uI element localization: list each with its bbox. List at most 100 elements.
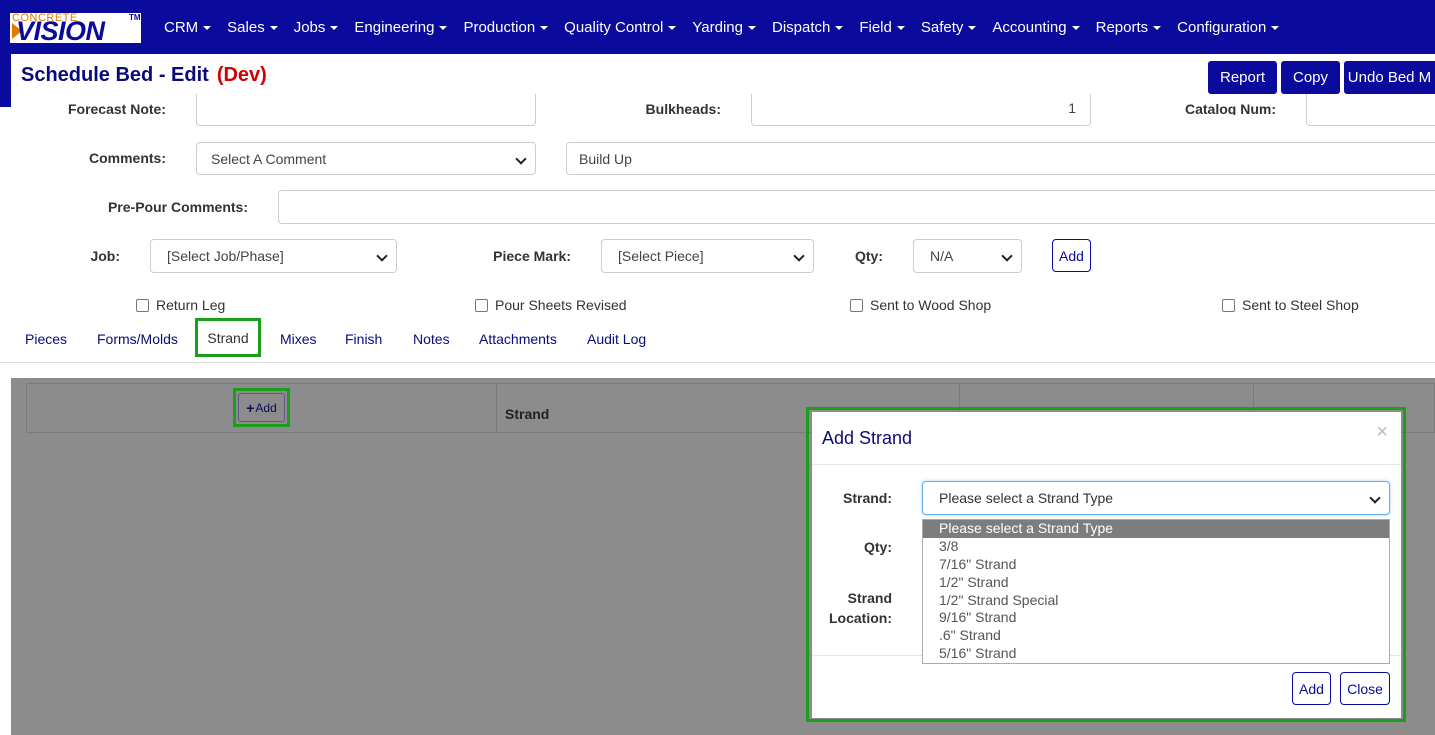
caret-down-icon — [896, 25, 905, 30]
dropdown-option[interactable]: .6" Strand — [923, 627, 1389, 645]
dropdown-option[interactable]: 5/16" Strand — [923, 645, 1389, 663]
dropdown-option[interactable]: 9/16" Strand — [923, 609, 1389, 627]
comments-input-value: Build Up — [579, 150, 632, 167]
caret-down-icon — [439, 25, 448, 30]
nav-yarding[interactable]: Yarding — [692, 19, 756, 36]
checkbox-box[interactable] — [850, 298, 863, 312]
page-title: Schedule Bed - Edit (Dev) — [21, 64, 267, 87]
nav-reports[interactable]: Reports — [1096, 19, 1162, 36]
tab-mixes[interactable]: Mixes — [280, 331, 317, 347]
caret-down-icon — [835, 25, 844, 30]
dropdown-option[interactable]: 3/8 — [923, 538, 1389, 556]
nav-field[interactable]: Field — [859, 19, 905, 36]
caret-down-icon — [540, 25, 549, 30]
comments-select[interactable]: Select A Comment — [196, 142, 536, 175]
pre-pour-comments-label: Pre-Pour Comments: — [107, 199, 248, 215]
checkbox-label: Sent to Steel Shop — [1242, 297, 1359, 313]
add-strand-label: Add — [255, 400, 277, 415]
caret-down-icon — [968, 25, 977, 30]
pour-sheets-revised-checkbox[interactable]: Pour Sheets Revised — [475, 297, 627, 313]
qty-select-value: N/A — [930, 248, 954, 264]
caret-down-icon — [330, 25, 339, 30]
return-leg-checkbox[interactable]: Return Leg — [136, 297, 225, 313]
caret-down-icon — [1271, 25, 1280, 30]
caret-down-icon — [1153, 25, 1162, 30]
grid-divider — [496, 384, 497, 432]
left-accent-stripe — [0, 54, 11, 107]
catalog-num-input[interactable] — [1306, 94, 1435, 126]
strand-label: Strand: — [843, 490, 892, 506]
bulkheads-value: 1 — [1068, 100, 1076, 116]
job-label: Job: — [90, 248, 120, 264]
tab-notes[interactable]: Notes — [413, 331, 450, 347]
copy-button[interactable]: Copy — [1281, 61, 1340, 94]
tab-forms-molds[interactable]: Forms/Molds — [97, 331, 178, 347]
job-select-value: [Select Job/Phase] — [167, 248, 284, 264]
strand-type-select[interactable]: Please select a Strand Type — [922, 481, 1390, 515]
catalog-num-label: Catalog Num: — [1185, 101, 1276, 115]
forecast-note-input[interactable] — [196, 94, 536, 126]
caret-down-icon — [1071, 25, 1080, 30]
plus-icon: + — [246, 399, 255, 416]
nav-engineering[interactable]: Engineering — [354, 19, 448, 36]
nav-sales[interactable]: Sales — [227, 19, 278, 36]
modal-close-button[interactable]: Close — [1340, 672, 1390, 705]
tab-audit-log[interactable]: Audit Log — [587, 331, 646, 347]
tab-strand[interactable]: Strand — [195, 318, 261, 357]
concrete-vision-logo[interactable]: CONCRETE VISION TM — [10, 13, 141, 43]
report-button[interactable]: Report — [1208, 61, 1277, 94]
tab-finish[interactable]: Finish — [345, 331, 382, 347]
strand-location-label-line2: Location: — [829, 610, 892, 626]
qty-label: Qty: — [855, 248, 883, 264]
modal-header-divider — [812, 464, 1401, 465]
forecast-note-label: Forecast Note: — [67, 101, 166, 115]
nav-safety[interactable]: Safety — [921, 19, 977, 36]
nav-configuration[interactable]: Configuration — [1177, 19, 1280, 36]
nav-quality-control[interactable]: Quality Control — [564, 19, 677, 36]
qty-select[interactable]: N/A — [913, 239, 1022, 273]
strand-type-select-value: Please select a Strand Type — [939, 490, 1114, 506]
top-navbar: CONCRETE VISION TM CRM Sales Jobs Engine… — [0, 0, 1435, 54]
checkbox-box[interactable] — [475, 298, 488, 312]
bulkheads-input[interactable]: 1 — [751, 94, 1091, 126]
add-piece-button[interactable]: Add — [1052, 239, 1091, 272]
strand-location-label-line1: Strand — [847, 590, 892, 606]
modal-title: Add Strand — [822, 428, 913, 448]
nav-crm[interactable]: CRM — [164, 19, 212, 36]
nav-dispatch[interactable]: Dispatch — [772, 19, 844, 36]
sent-to-wood-shop-checkbox[interactable]: Sent to Wood Shop — [850, 297, 991, 313]
add-strand-button[interactable]: + Add — [238, 393, 285, 422]
tab-pieces[interactable]: Pieces — [25, 331, 67, 347]
checkbox-box[interactable] — [136, 298, 149, 312]
checkbox-label: Sent to Wood Shop — [870, 297, 992, 313]
dropdown-option[interactable]: Please select a Strand Type — [923, 520, 1389, 538]
comments-select-value: Select A Comment — [211, 150, 327, 167]
checkbox-label: Return Leg — [156, 297, 226, 313]
logo-big-text: VISION — [16, 16, 105, 44]
page-title-text: Schedule Bed - Edit — [21, 64, 209, 86]
nav-accounting[interactable]: Accounting — [992, 19, 1080, 36]
nav-production[interactable]: Production — [463, 19, 549, 36]
close-icon[interactable]: × — [1376, 421, 1388, 444]
job-select[interactable]: [Select Job/Phase] — [150, 239, 397, 273]
piece-mark-select[interactable]: [Select Piece] — [601, 239, 814, 273]
caret-down-icon — [747, 25, 756, 30]
nav-jobs[interactable]: Jobs — [294, 19, 339, 36]
caret-down-icon — [269, 25, 278, 30]
comments-label: Comments: — [88, 150, 166, 166]
pre-pour-comments-input[interactable] — [278, 190, 1435, 224]
tab-attachments[interactable]: Attachments — [479, 331, 557, 347]
grid-header-strand: Strand — [505, 406, 550, 422]
dropdown-option[interactable]: 1/2" Strand Special — [923, 592, 1389, 610]
sent-to-steel-shop-checkbox[interactable]: Sent to Steel Shop — [1222, 297, 1359, 313]
undo-bed-button[interactable]: Undo Bed M — [1344, 61, 1435, 94]
caret-down-icon — [203, 25, 212, 30]
qty-label: Qty: — [864, 539, 892, 555]
checkbox-label: Pour Sheets Revised — [495, 297, 627, 313]
modal-add-button[interactable]: Add — [1292, 672, 1331, 705]
comments-input[interactable]: Build Up — [566, 142, 1435, 175]
checkbox-box[interactable] — [1222, 298, 1235, 312]
dropdown-option[interactable]: 1/2" Strand — [923, 574, 1389, 592]
dropdown-option[interactable]: 7/16" Strand — [923, 556, 1389, 574]
logo-tm: TM — [129, 13, 141, 22]
